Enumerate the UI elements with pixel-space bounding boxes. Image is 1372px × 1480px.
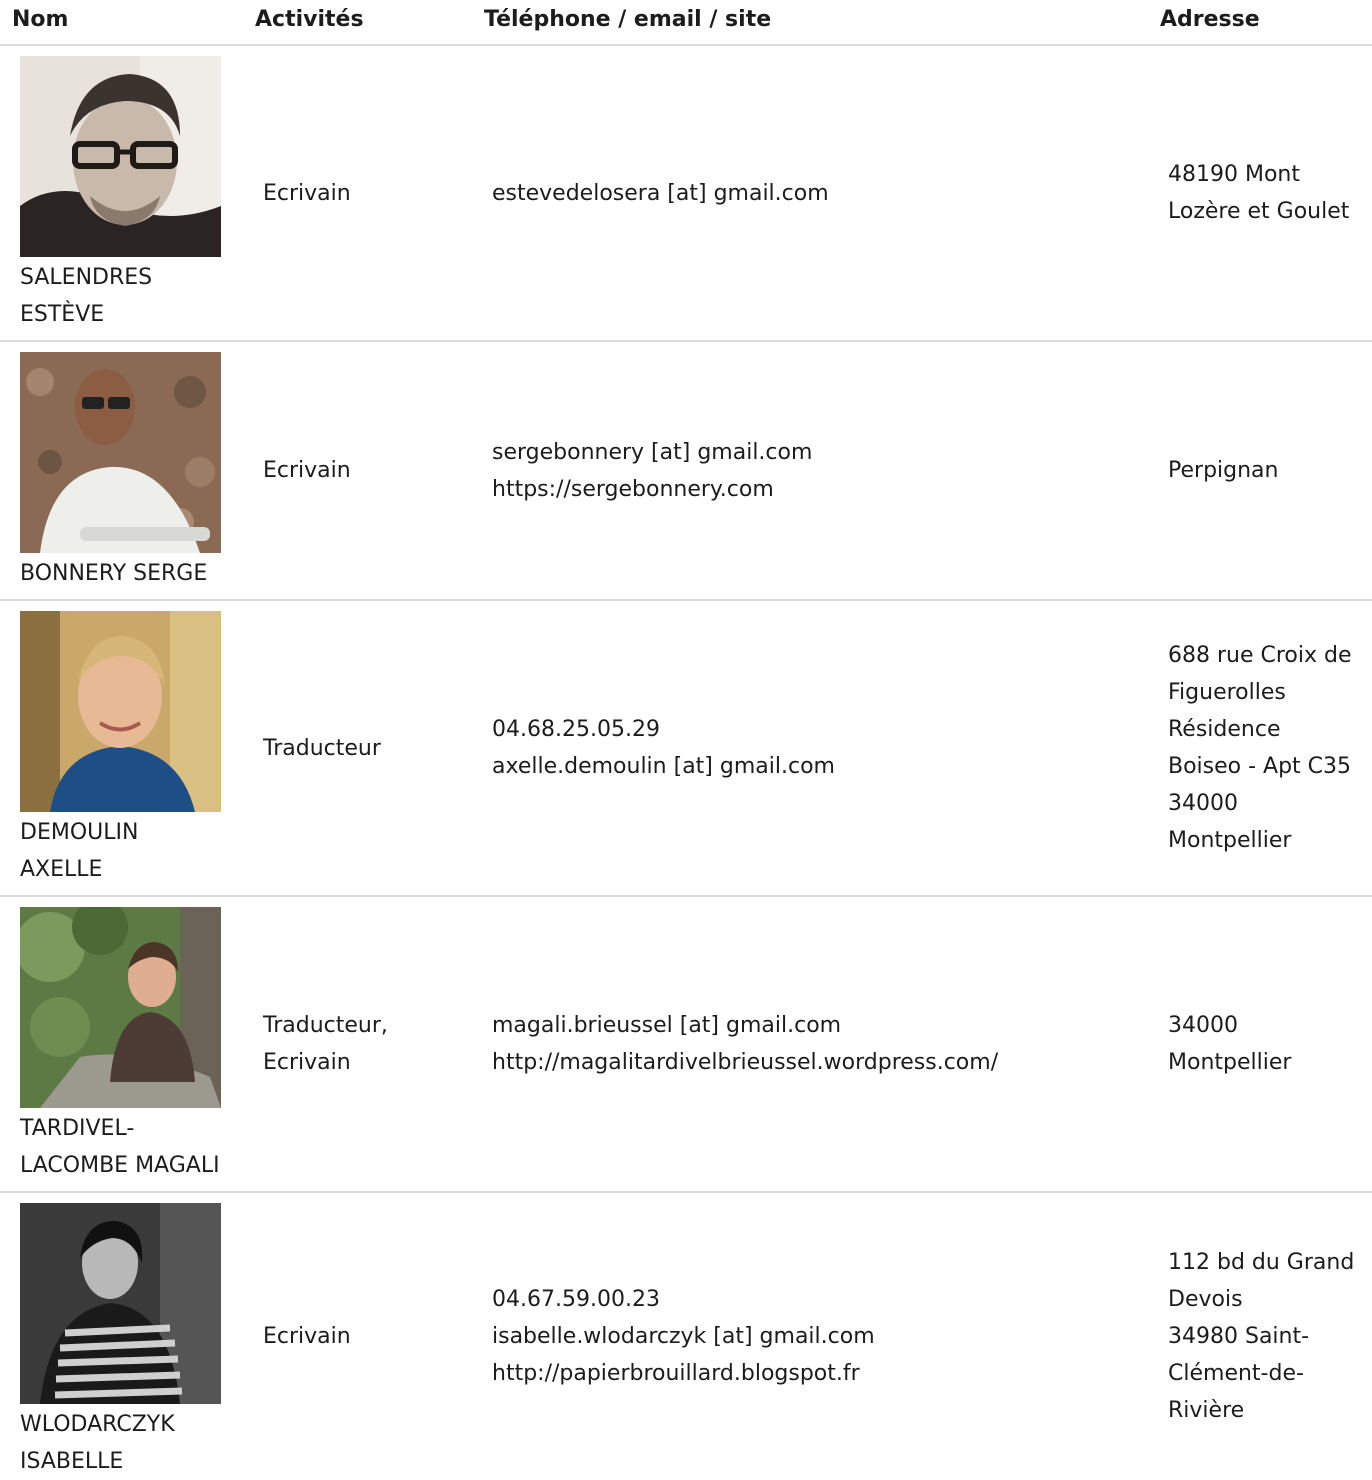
address-text: 48190 Mont Lozère et Goulet [1168, 162, 1350, 224]
address-text: 112 bd du Grand Devois 34980 Saint- Clém… [1168, 1250, 1355, 1423]
author-name: DEMOULIN AXELLE [20, 820, 139, 882]
header-contact: Téléphone / email / site [484, 7, 772, 32]
table-row: TARDIVEL- LACOMBE MAGALI Traducteur, Ecr… [0, 897, 1372, 1193]
activity-cell: Traducteur, Ecrivain [263, 897, 478, 1191]
author-name: TARDIVEL- LACOMBE MAGALI [20, 1116, 220, 1178]
activity-text: Ecrivain [263, 458, 351, 483]
address-cell: Perpignan [1168, 342, 1372, 599]
activity-text: Traducteur, Ecrivain [263, 1013, 388, 1075]
author-photo[interactable] [20, 1203, 221, 1404]
address-cell: 688 rue Croix de Figuerolles Résidence B… [1168, 601, 1372, 895]
activity-text: Ecrivain [263, 180, 351, 206]
activity-cell: Ecrivain [263, 46, 478, 340]
address-cell: 48190 Mont Lozère et Goulet [1168, 46, 1372, 340]
table-row: BONNERY SERGE Ecrivain sergebonnery [at]… [0, 342, 1372, 601]
activity-cell: Ecrivain [263, 1193, 478, 1480]
contact-cell: magali.brieussel [at] gmail.com http://m… [492, 897, 1152, 1191]
contact-cell: 04.67.59.00.23 isabelle.wlodarczyk [at] … [492, 1193, 1152, 1480]
table-header: Nom Activités Téléphone / email / site A… [0, 0, 1372, 46]
author-photo[interactable] [20, 56, 221, 257]
author-photo[interactable] [20, 352, 221, 553]
name-cell: WLODARCZYK ISABELLE [20, 1193, 245, 1480]
name-cell: TARDIVEL- LACOMBE MAGALI [20, 897, 245, 1191]
name-cell: BONNERY SERGE [20, 342, 245, 599]
address-cell: 34000 Montpellier [1168, 897, 1372, 1191]
address-text: 688 rue Croix de Figuerolles Résidence B… [1168, 643, 1352, 853]
author-photo[interactable] [20, 907, 221, 1108]
name-cell: SALENDRES ESTÈVE [20, 46, 245, 340]
header-activites: Activités [255, 7, 364, 32]
activity-cell: Traducteur [263, 601, 478, 895]
author-name: WLODARCZYK ISABELLE [20, 1412, 175, 1474]
author-name: BONNERY SERGE [20, 561, 208, 586]
contact-text[interactable]: sergebonnery [at] gmail.com https://serg… [492, 434, 812, 508]
contact-cell: 04.68.25.05.29 axelle.demoulin [at] gmai… [492, 601, 1152, 895]
name-cell: DEMOULIN AXELLE [20, 601, 245, 895]
header-nom: Nom [12, 7, 69, 32]
author-name: SALENDRES ESTÈVE [20, 265, 153, 327]
table-row: SALENDRES ESTÈVE Ecrivain estevedelosera… [0, 46, 1372, 342]
contact-cell: estevedelosera [at] gmail.com [492, 46, 1152, 340]
table-row: WLODARCZYK ISABELLE Ecrivain 04.67.59.00… [0, 1193, 1372, 1480]
contact-text[interactable]: 04.67.59.00.23 isabelle.wlodarczyk [at] … [492, 1281, 875, 1392]
activity-cell: Ecrivain [263, 342, 478, 599]
author-directory-table: Nom Activités Téléphone / email / site A… [0, 0, 1372, 1480]
address-text: 34000 Montpellier [1168, 1013, 1292, 1075]
address-cell: 112 bd du Grand Devois 34980 Saint- Clém… [1168, 1193, 1372, 1480]
contact-text[interactable]: magali.brieussel [at] gmail.com http://m… [492, 1007, 998, 1081]
contact-cell: sergebonnery [at] gmail.com https://serg… [492, 342, 1152, 599]
activity-text: Ecrivain [263, 1324, 351, 1349]
activity-text: Traducteur [263, 735, 381, 761]
table-row: DEMOULIN AXELLE Traducteur 04.68.25.05.2… [0, 601, 1372, 897]
contact-text[interactable]: 04.68.25.05.29 axelle.demoulin [at] gmai… [492, 711, 835, 785]
header-adresse: Adresse [1160, 7, 1260, 32]
contact-text[interactable]: estevedelosera [at] gmail.com [492, 175, 829, 212]
author-photo[interactable] [20, 611, 221, 812]
address-text: Perpignan [1168, 458, 1279, 483]
